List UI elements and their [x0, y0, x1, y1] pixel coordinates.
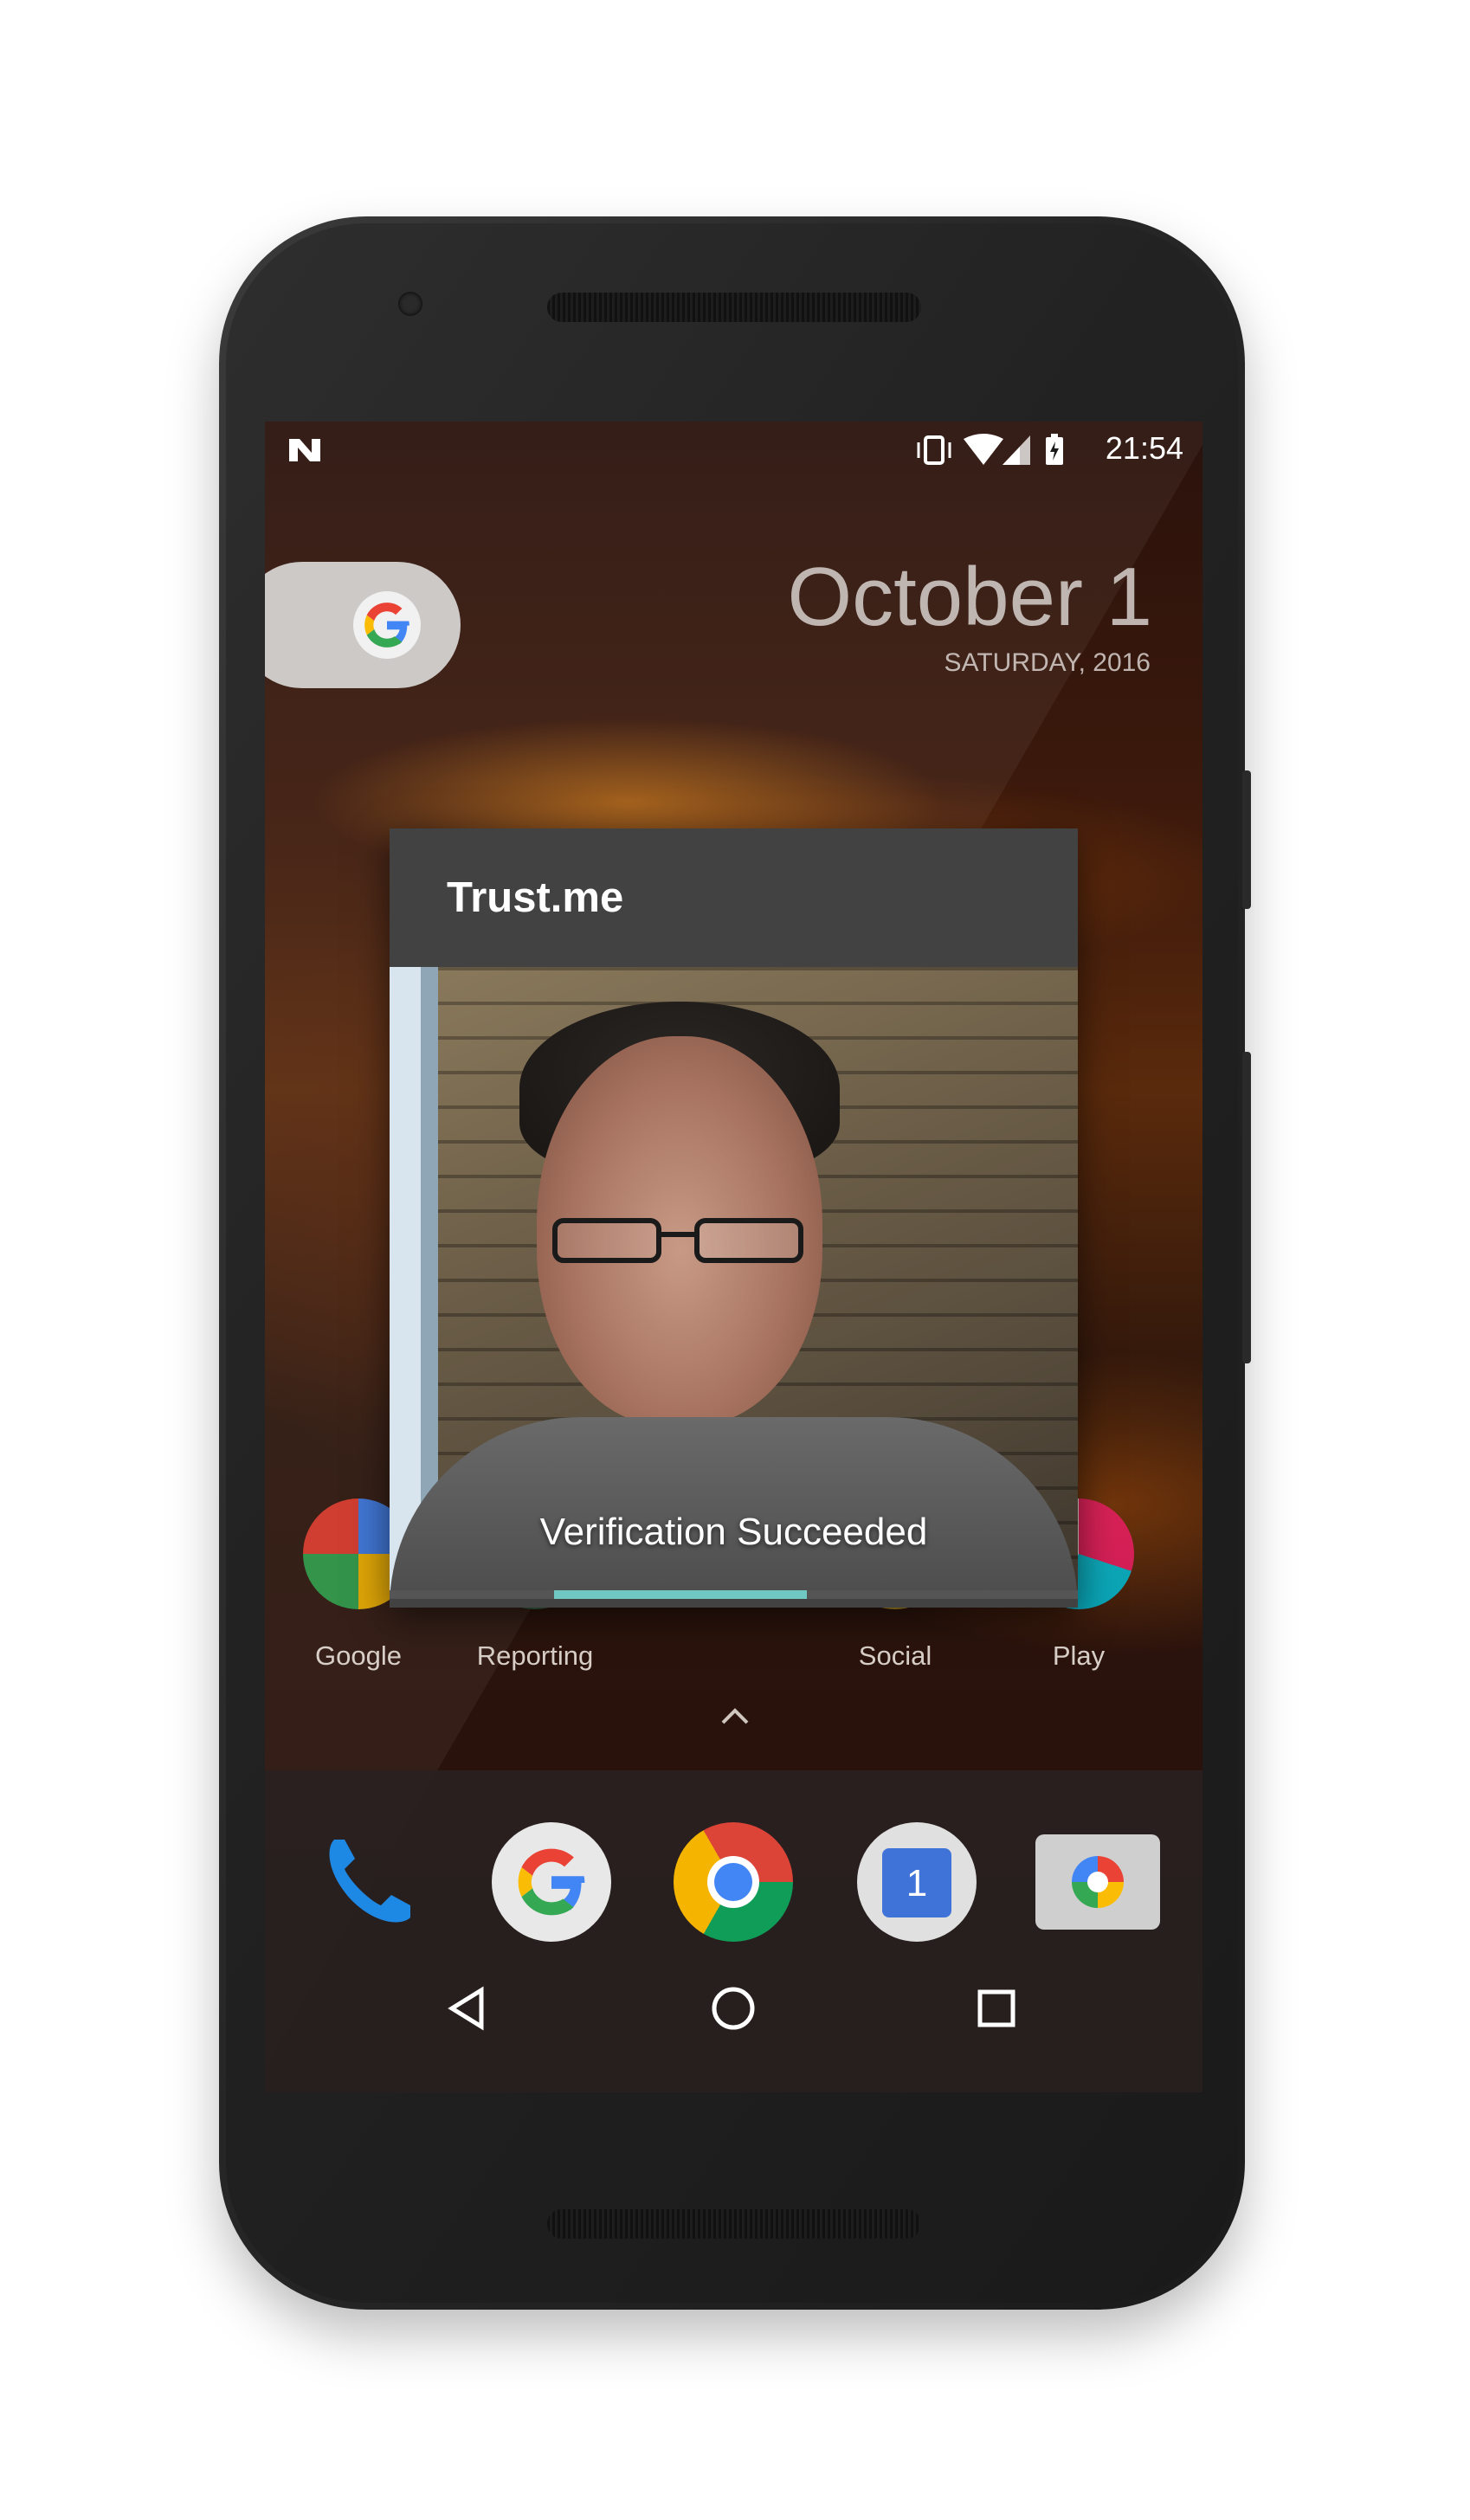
status-time: 21:54 — [1105, 430, 1183, 466]
screen: 21:54 October 1 SATURDAY, 2016 Google Re… — [265, 422, 1202, 2092]
person-shirt — [390, 1417, 1078, 1599]
recents-icon[interactable] — [966, 1978, 1027, 2039]
date-weekday-year: SATURDAY, 2016 — [944, 648, 1151, 677]
chrome-icon[interactable] — [674, 1822, 793, 1942]
earpiece-speaker — [547, 293, 921, 322]
bottom-speaker — [547, 2209, 921, 2239]
phone-icon[interactable] — [308, 1822, 428, 1942]
volume-button — [1242, 1052, 1251, 1363]
google-search-pill[interactable] — [265, 562, 461, 688]
folder-label-google: Google — [315, 1640, 402, 1671]
google-g-icon — [353, 591, 421, 659]
folder-label-social: Social — [858, 1640, 932, 1671]
home-icon[interactable] — [703, 1978, 764, 2039]
n-logo-icon — [289, 439, 320, 461]
wifi-icon — [964, 434, 1003, 465]
power-button — [1242, 770, 1251, 909]
app-drawer-arrow-icon[interactable] — [719, 1705, 751, 1726]
camera-icon[interactable] — [1035, 1834, 1160, 1930]
battery-charging-icon — [1046, 434, 1063, 465]
cell-signal-icon — [1003, 435, 1030, 465]
dock: 1 — [265, 1770, 1202, 2092]
progress-fill — [554, 1590, 807, 1599]
google-g-dock-glyph — [518, 1848, 585, 1916]
progress-track — [390, 1590, 1078, 1599]
google-app-icon[interactable] — [492, 1822, 611, 1942]
chrome-core — [714, 1863, 752, 1901]
calendar-icon[interactable]: 1 — [857, 1822, 977, 1942]
camera-preview: Verification Succeeded — [390, 967, 1078, 1599]
vibrate-icon — [917, 435, 951, 465]
camera-lens-center — [1087, 1872, 1108, 1892]
google-g-glyph — [364, 603, 409, 648]
back-icon[interactable] — [438, 1978, 499, 2039]
folder-label-play: Play — [1052, 1640, 1106, 1671]
person-glasses — [552, 1218, 803, 1263]
calendar-day: 1 — [906, 1862, 928, 1905]
dialog-title: Trust.me — [447, 874, 624, 921]
verification-dialog: Trust.me Verification Succeeded — [390, 828, 1078, 1608]
front-camera — [398, 292, 422, 316]
status-bar: 21:54 — [265, 422, 1202, 475]
verification-status: Verification Succeeded — [539, 1511, 928, 1553]
folder-label-reporting: Reporting — [476, 1640, 594, 1671]
date-large: October 1 — [787, 551, 1152, 643]
